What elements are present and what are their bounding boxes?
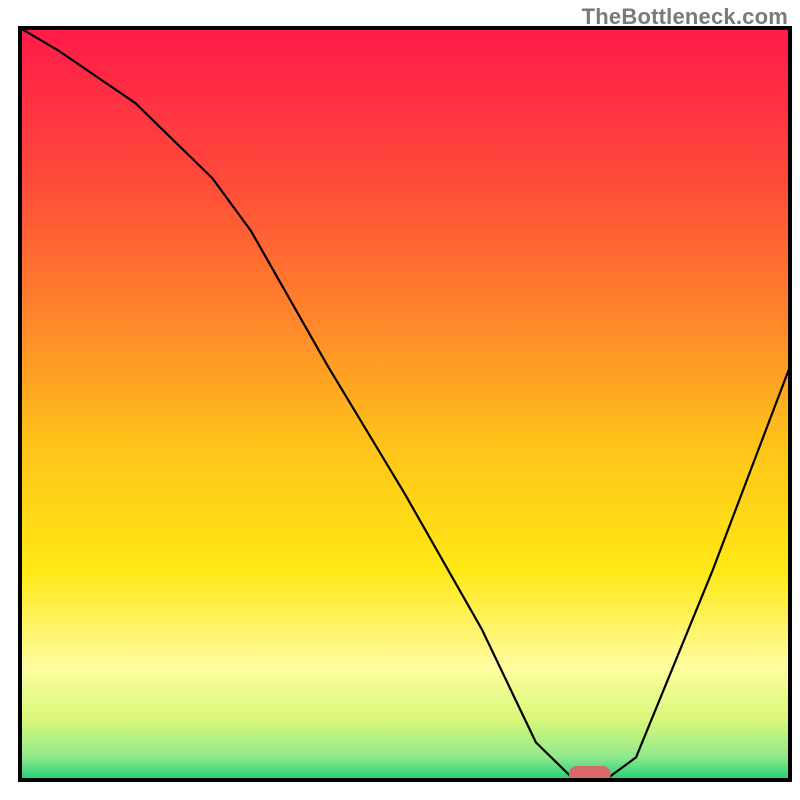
gradient-background [20, 28, 790, 780]
bottleneck-chart [0, 0, 800, 800]
watermark-text: TheBottleneck.com [582, 4, 788, 30]
